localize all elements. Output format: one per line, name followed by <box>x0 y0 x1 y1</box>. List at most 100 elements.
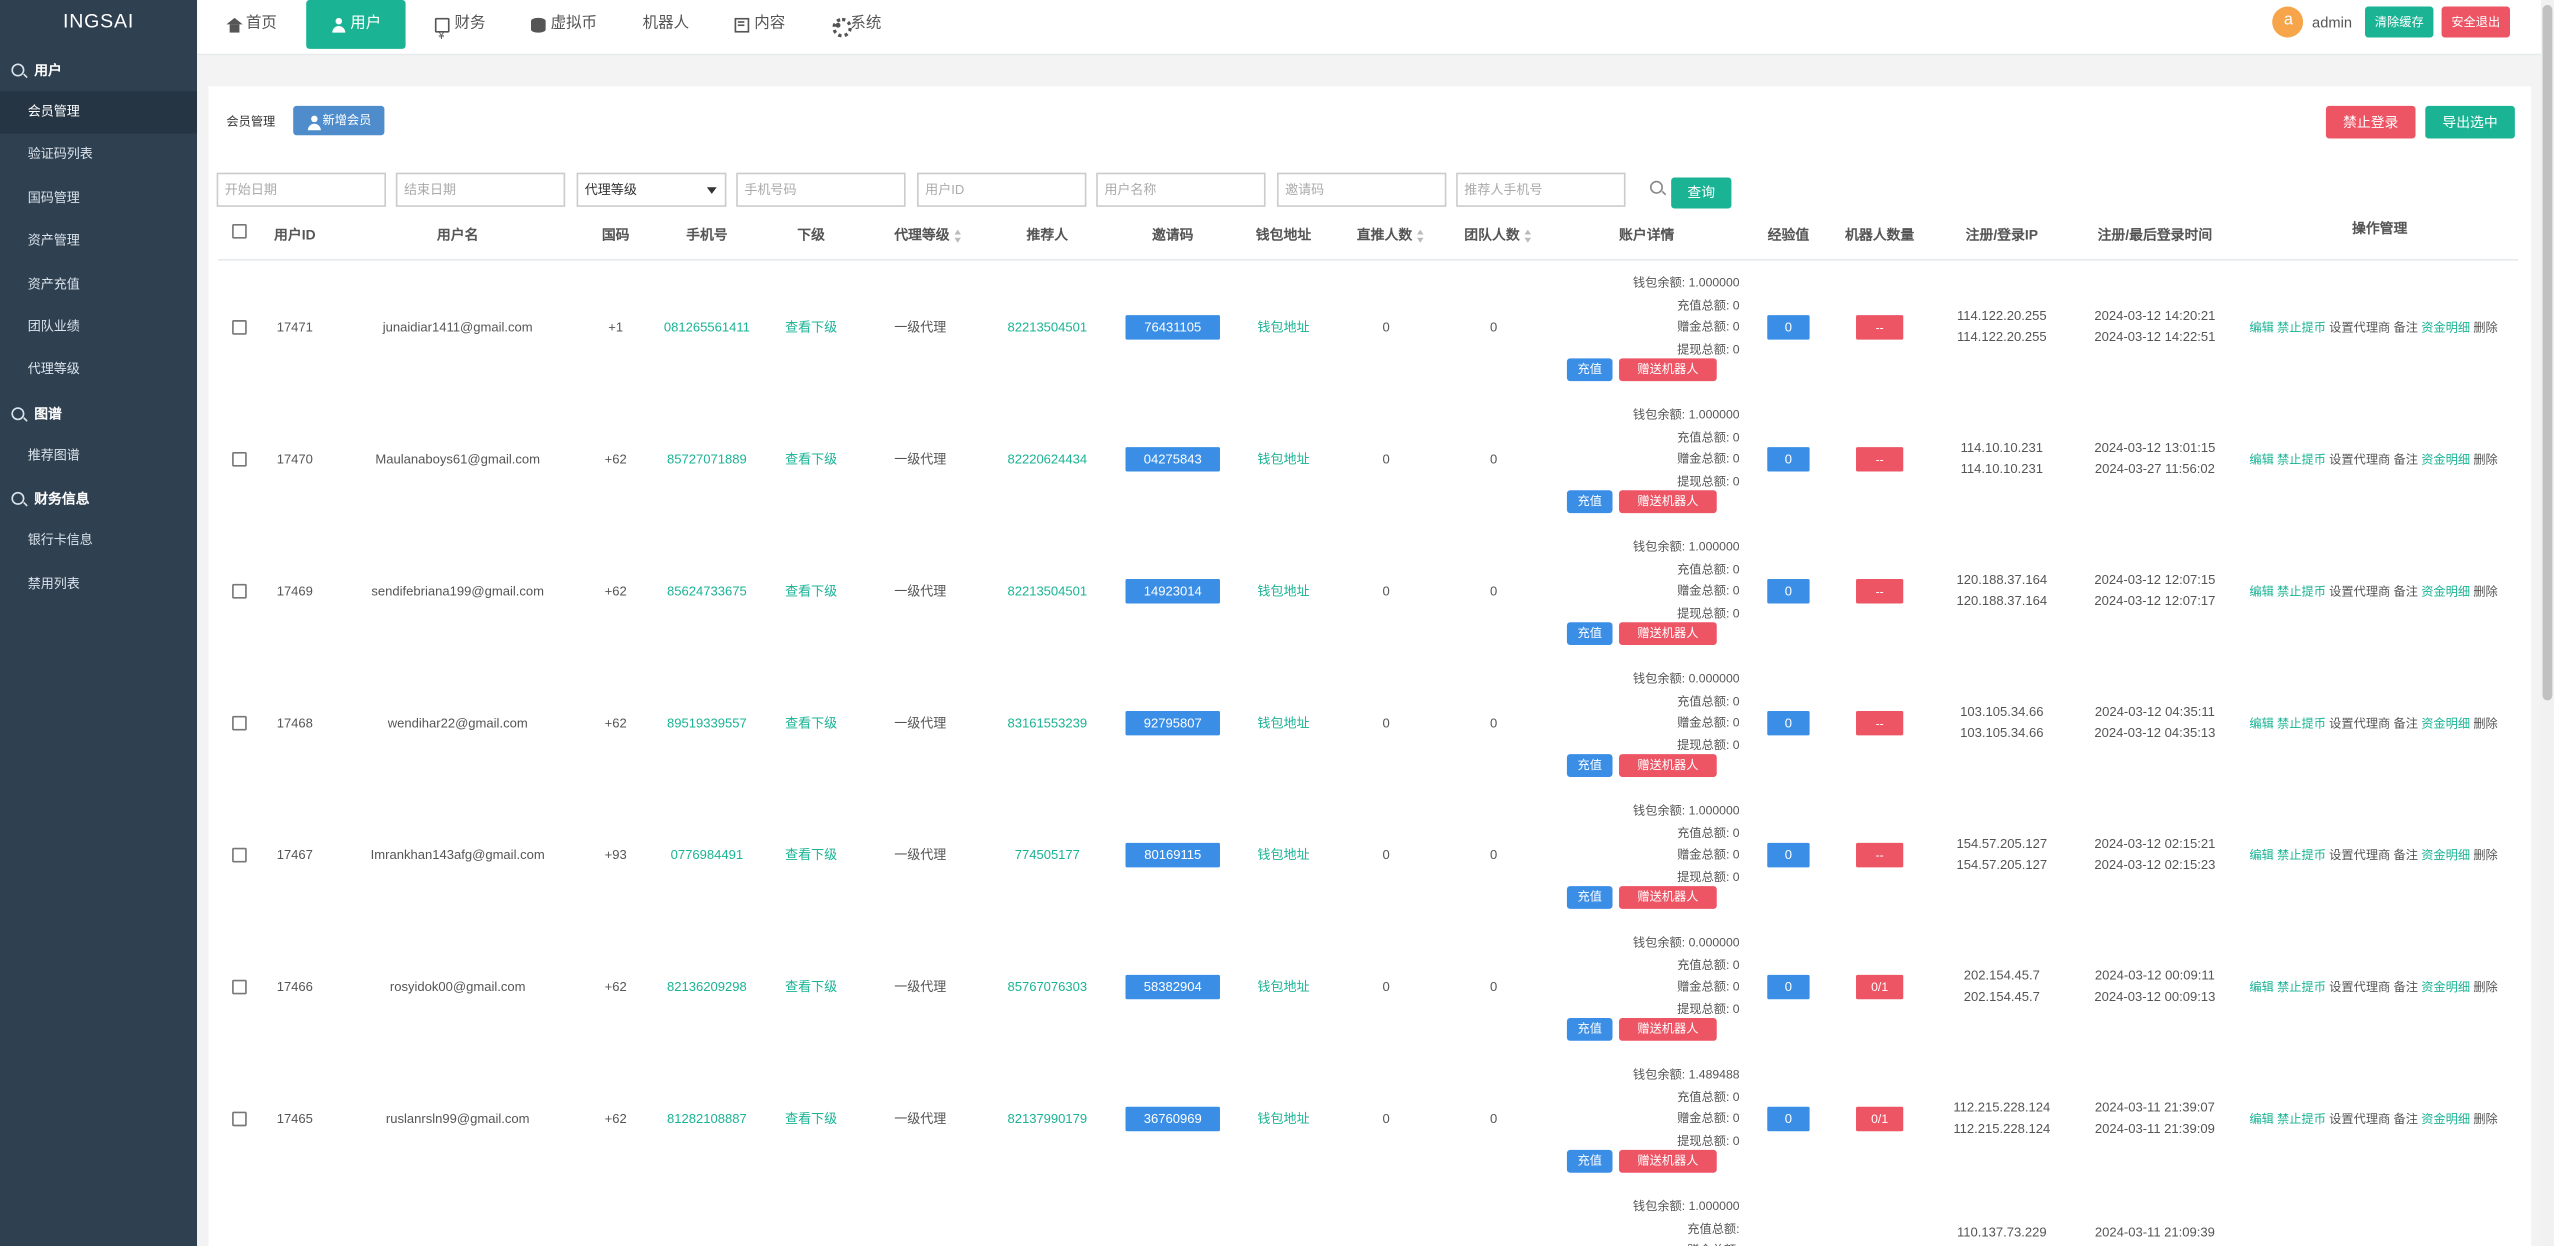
exp-button[interactable]: 0 <box>1767 974 1810 999</box>
agent-level-select[interactable]: 代理等级 <box>576 172 727 207</box>
gift-robot-button[interactable]: 赠送机器人 <box>1619 754 1717 777</box>
add-member-button[interactable]: 新增会员 <box>293 105 385 136</box>
exp-button[interactable]: 0 <box>1767 842 1810 867</box>
start-date-input[interactable]: 开始日期 <box>216 172 387 207</box>
logout-button[interactable]: 安全退出 <box>2441 6 2510 38</box>
view-subordinate-link[interactable]: 查看下级 <box>785 1109 837 1127</box>
phone-link[interactable]: 89519339557 <box>667 715 747 730</box>
invite-code-button[interactable]: 76431105 <box>1125 314 1220 339</box>
gift-robot-button[interactable]: 赠送机器人 <box>1619 886 1717 909</box>
robot-count-button[interactable]: -- <box>1856 578 1904 603</box>
edit-link[interactable]: 编辑 <box>2249 581 2273 599</box>
wallet-link[interactable]: 钱包地址 <box>1257 845 1309 863</box>
referrer-link[interactable]: 82137990179 <box>1007 1111 1087 1126</box>
exp-button[interactable]: 0 <box>1767 446 1810 471</box>
sidebar-item[interactable]: 资产管理 <box>0 220 197 263</box>
set-agent-link[interactable]: 设置代理商 <box>2329 581 2390 599</box>
invite-code-button[interactable]: 14923014 <box>1125 578 1220 603</box>
referrer-link[interactable]: 82213504501 <box>1007 583 1087 598</box>
invite-code-button[interactable]: 80169115 <box>1125 842 1220 867</box>
header-direct-count[interactable]: 直推人数 <box>1357 225 1425 245</box>
view-subordinate-link[interactable]: 查看下级 <box>785 318 837 336</box>
referrer-link[interactable]: 774505177 <box>1015 847 1080 862</box>
referrer-link[interactable]: 82220624434 <box>1007 451 1087 466</box>
clear-cache-button[interactable]: 清除缓存 <box>2365 6 2434 38</box>
sidebar-item[interactable]: 推荐图谱 <box>0 434 197 477</box>
sort-icon[interactable] <box>954 229 962 243</box>
invite-code-button[interactable]: 92795807 <box>1125 710 1220 735</box>
invite-code-button[interactable]: 36760969 <box>1125 1105 1220 1131</box>
wallet-link[interactable]: 钱包地址 <box>1257 1109 1309 1127</box>
row-checkbox[interactable] <box>232 583 247 598</box>
header-team-count[interactable]: 团队人数 <box>1464 225 1532 245</box>
nav-item[interactable]: 系统 <box>815 0 898 49</box>
sidebar-item[interactable]: 资产充值 <box>0 263 197 306</box>
robot-count-button[interactable]: -- <box>1856 710 1904 735</box>
edit-link[interactable]: 编辑 <box>2249 450 2273 468</box>
funds-detail-link[interactable]: 资金明细 <box>2421 318 2470 336</box>
sidebar-group-header[interactable]: 图谱 <box>0 392 197 434</box>
delete-link[interactable]: 删除 <box>2473 977 2497 995</box>
set-agent-link[interactable]: 设置代理商 <box>2329 713 2390 731</box>
phone-link[interactable]: 85624733675 <box>667 583 747 598</box>
sidebar-item[interactable]: 会员管理 <box>0 91 198 135</box>
recharge-button[interactable]: 充值 <box>1566 358 1613 382</box>
row-checkbox[interactable] <box>232 1110 247 1126</box>
ban-login-button[interactable]: 禁止登录 <box>2325 105 2416 139</box>
robot-count-button[interactable]: -- <box>1856 842 1904 867</box>
exp-button[interactable]: 0 <box>1767 1105 1810 1131</box>
avatar[interactable]: a <box>2272 6 2304 38</box>
gift-robot-button[interactable]: 赠送机器人 <box>1619 622 1717 646</box>
edit-link[interactable]: 编辑 <box>2249 318 2273 336</box>
nav-item[interactable]: 财务 <box>419 0 502 61</box>
phone-input[interactable]: 手机号码 <box>736 172 906 207</box>
phone-link[interactable]: 85727071889 <box>667 451 747 466</box>
view-subordinate-link[interactable]: 查看下级 <box>785 713 837 731</box>
wallet-link[interactable]: 钱包地址 <box>1257 450 1309 468</box>
sidebar-item[interactable]: 代理等级 <box>0 349 197 392</box>
ban-withdraw-link[interactable]: 禁止提币 <box>2277 450 2326 468</box>
phone-link[interactable]: 82136209298 <box>667 979 747 994</box>
page-scrollbar[interactable] <box>2540 0 2554 1246</box>
view-subordinate-link[interactable]: 查看下级 <box>785 581 837 599</box>
delete-link[interactable]: 删除 <box>2473 1109 2497 1127</box>
nav-item[interactable]: 机器人 <box>626 0 705 49</box>
edit-link[interactable]: 编辑 <box>2249 845 2273 863</box>
note-link[interactable]: 备注 <box>2394 845 2418 863</box>
recharge-button[interactable]: 充值 <box>1566 1149 1613 1173</box>
row-checkbox[interactable] <box>232 846 247 862</box>
note-link[interactable]: 备注 <box>2394 318 2418 336</box>
scrollbar-thumb[interactable] <box>2542 4 2553 701</box>
sort-icon[interactable] <box>1524 229 1533 243</box>
nav-item[interactable]: 内容 <box>718 0 801 49</box>
edit-link[interactable]: 编辑 <box>2249 1109 2273 1127</box>
phone-link[interactable]: 0776984491 <box>671 847 743 862</box>
sidebar-item[interactable]: 禁用列表 <box>0 563 197 606</box>
nav-item[interactable]: 虚拟币 <box>515 0 614 49</box>
recharge-button[interactable]: 充值 <box>1566 1018 1613 1041</box>
query-button[interactable]: 查询 <box>1671 177 1732 209</box>
gift-robot-button[interactable]: 赠送机器人 <box>1619 490 1717 514</box>
sidebar-item[interactable]: 国码管理 <box>0 177 197 220</box>
sidebar-item[interactable]: 验证码列表 <box>0 134 197 177</box>
robot-count-button[interactable]: -- <box>1856 446 1904 471</box>
sidebar-group-header[interactable]: 用户 <box>0 49 197 91</box>
funds-detail-link[interactable]: 资金明细 <box>2421 845 2470 863</box>
invite-code-button[interactable]: 04275843 <box>1125 446 1220 471</box>
referrer-link[interactable]: 82213504501 <box>1007 319 1087 334</box>
funds-detail-link[interactable]: 资金明细 <box>2421 581 2470 599</box>
row-checkbox[interactable] <box>232 451 247 466</box>
set-agent-link[interactable]: 设置代理商 <box>2329 1109 2390 1127</box>
edit-link[interactable]: 编辑 <box>2249 977 2273 995</box>
note-link[interactable]: 备注 <box>2394 450 2418 468</box>
referrer-phone-input[interactable]: 推荐人手机号 <box>1456 172 1626 207</box>
user-id-input[interactable]: 用户ID <box>917 172 1087 207</box>
recharge-button[interactable]: 充值 <box>1566 754 1613 777</box>
robot-count-button[interactable]: 0/1 <box>1856 1105 1904 1131</box>
robot-count-button[interactable]: 0/1 <box>1856 974 1904 999</box>
delete-link[interactable]: 删除 <box>2473 450 2497 468</box>
set-agent-link[interactable]: 设置代理商 <box>2329 845 2390 863</box>
view-subordinate-link[interactable]: 查看下级 <box>785 845 837 863</box>
admin-username[interactable]: admin <box>2312 14 2352 30</box>
set-agent-link[interactable]: 设置代理商 <box>2329 318 2390 336</box>
